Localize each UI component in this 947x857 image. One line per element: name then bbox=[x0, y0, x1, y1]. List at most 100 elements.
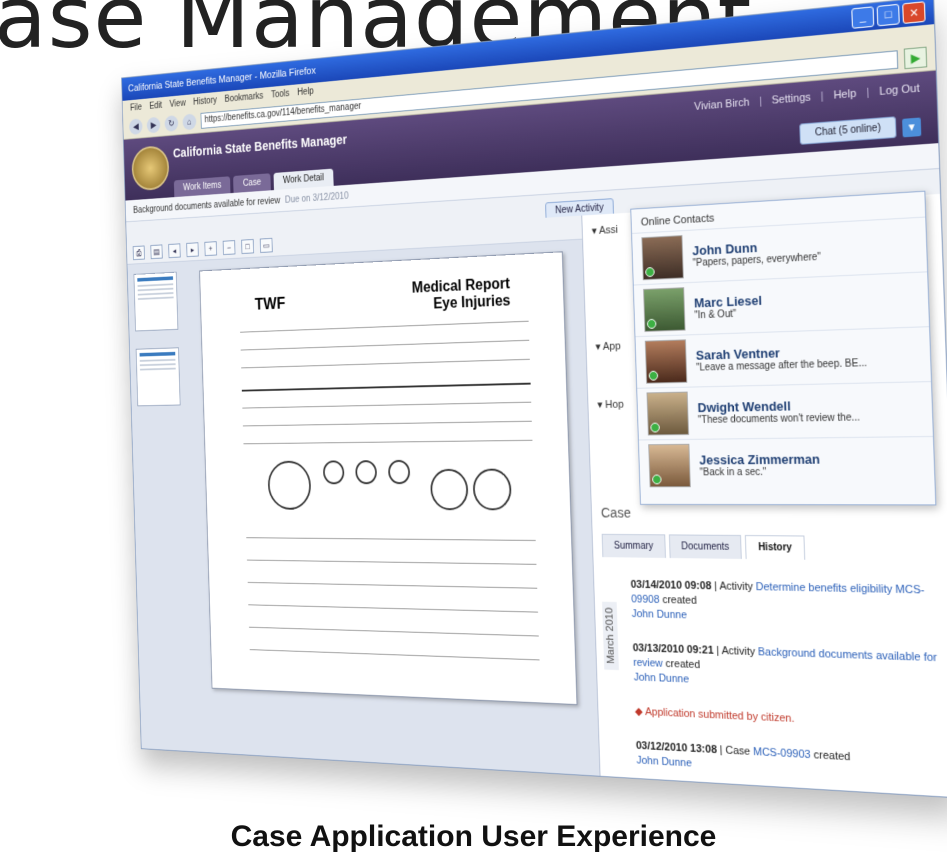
state-seal-icon bbox=[131, 145, 169, 192]
next-page-icon[interactable]: ▸ bbox=[186, 242, 199, 257]
maximize-icon[interactable]: □ bbox=[877, 4, 900, 27]
menu-edit[interactable]: Edit bbox=[149, 100, 162, 111]
contact-info: Marc Liesel "In & Out" bbox=[694, 287, 912, 322]
settings-link[interactable]: Settings bbox=[771, 91, 810, 106]
avatar bbox=[648, 444, 691, 487]
eye-diagram bbox=[323, 460, 345, 484]
contact-info: Sarah Ventner "Leave a message after the… bbox=[696, 341, 914, 373]
close-icon[interactable]: ✕ bbox=[902, 1, 925, 24]
avatar bbox=[641, 235, 683, 280]
eye-diagram bbox=[355, 460, 377, 484]
form-line bbox=[242, 402, 531, 409]
page-thumbnail[interactable] bbox=[136, 347, 181, 406]
history-user[interactable]: John Dunne bbox=[631, 607, 944, 630]
eye-diagram bbox=[430, 469, 469, 510]
home-icon[interactable]: ⌂ bbox=[182, 113, 196, 130]
avatar bbox=[647, 392, 690, 436]
form-line bbox=[241, 359, 530, 369]
form-line bbox=[240, 321, 529, 333]
history-link[interactable]: MCS-09903 bbox=[753, 746, 811, 761]
form-title: Medical Report Eye Injuries bbox=[412, 276, 511, 314]
online-status-icon bbox=[652, 475, 662, 485]
minimize-icon[interactable]: _ bbox=[851, 6, 874, 29]
user-name: Vivian Birch bbox=[694, 97, 750, 113]
form-line bbox=[248, 604, 538, 612]
menu-tools[interactable]: Tools bbox=[271, 88, 290, 100]
online-status-icon bbox=[645, 267, 655, 277]
contact-info: Dwight Wendell "These documents won't re… bbox=[697, 396, 915, 426]
contact-info: Jessica Zimmerman "Back in a sec." bbox=[699, 451, 918, 479]
avatar bbox=[643, 287, 685, 332]
tab-summary[interactable]: Summary bbox=[602, 534, 666, 558]
slide-caption: Case Application User Experience bbox=[0, 820, 947, 854]
work-item-due: Due on 3/12/2010 bbox=[285, 191, 349, 205]
page-thumbnail[interactable] bbox=[134, 272, 179, 332]
history-entry: 03/14/2010 09:08 | Activity Determine be… bbox=[631, 578, 945, 630]
contact-status: "Back in a sec." bbox=[700, 466, 918, 478]
forward-icon[interactable]: ▶ bbox=[147, 117, 161, 134]
history-user[interactable]: John Dunne bbox=[634, 671, 947, 698]
back-icon[interactable]: ◀ bbox=[129, 118, 143, 135]
history-link: Application submitted by citizen. bbox=[645, 706, 795, 725]
chevron-down-icon[interactable]: ▼ bbox=[902, 117, 921, 137]
menu-bookmarks[interactable]: Bookmarks bbox=[224, 91, 263, 104]
tab-history[interactable]: History bbox=[745, 535, 805, 560]
month-label: March 2010 bbox=[602, 602, 619, 670]
contact-status: "These documents won't review the... bbox=[698, 411, 916, 426]
form-line bbox=[243, 440, 532, 444]
contact-item[interactable]: Dwight Wendell "These documents won't re… bbox=[637, 381, 933, 439]
contact-item[interactable]: Jessica Zimmerman "Back in a sec." bbox=[639, 436, 935, 491]
tab-documents[interactable]: Documents bbox=[669, 534, 742, 559]
go-icon[interactable]: ▶ bbox=[904, 47, 927, 70]
print-icon[interactable]: ⎙ bbox=[133, 246, 145, 261]
help-link[interactable]: Help bbox=[833, 88, 856, 102]
separator: | bbox=[866, 87, 869, 99]
browser-window: California State Benefits Manager - Mozi… bbox=[121, 0, 947, 799]
chat-button[interactable]: Chat (5 online) bbox=[800, 116, 897, 145]
eye-diagram bbox=[388, 460, 410, 484]
reload-icon[interactable]: ↻ bbox=[164, 115, 178, 132]
eye-diagram bbox=[472, 469, 511, 511]
history-kind: Case bbox=[725, 745, 750, 758]
accordion-header[interactable]: ▾ App bbox=[595, 340, 621, 353]
menu-help[interactable]: Help bbox=[297, 86, 314, 97]
online-status-icon bbox=[649, 371, 659, 381]
page-thumbnails bbox=[134, 272, 186, 424]
history-timestamp: 03/13/2010 09:21 bbox=[633, 642, 714, 656]
menu-file[interactable]: File bbox=[130, 102, 142, 113]
app-title: California State Benefits Manager bbox=[173, 132, 347, 160]
history-entry: 03/12/2010 13:08 | Case MCS-09903 create… bbox=[636, 739, 947, 787]
online-status-icon bbox=[650, 423, 660, 433]
form-line bbox=[248, 582, 538, 589]
form-line bbox=[241, 340, 530, 351]
online-status-icon bbox=[647, 319, 657, 329]
form-line bbox=[250, 649, 540, 660]
history-verb: created bbox=[813, 749, 850, 763]
history-kind: Activity bbox=[721, 645, 755, 658]
online-contacts-panel: Online Contacts John Dunn "Papers, paper… bbox=[630, 191, 936, 506]
document-page: TWF Medical Report Eye Injuries bbox=[199, 251, 577, 705]
history-kind: Activity bbox=[719, 580, 753, 593]
form-line bbox=[246, 537, 535, 541]
fit-width-icon[interactable]: ▭ bbox=[260, 238, 273, 253]
fit-page-icon[interactable]: □ bbox=[241, 239, 254, 254]
accordion-header[interactable]: ▾ Assi bbox=[592, 223, 619, 237]
prev-page-icon[interactable]: ◂ bbox=[168, 243, 180, 258]
document-viewer: ⎙ ▤ ◂ ▸ + − □ ▭ TWF Medical Report Eye I… bbox=[127, 216, 601, 776]
zoom-in-icon[interactable]: + bbox=[204, 241, 217, 256]
history-verb: created bbox=[662, 594, 697, 607]
contact-name: Jessica Zimmerman bbox=[699, 451, 917, 468]
form-line bbox=[243, 421, 532, 427]
save-icon[interactable]: ▤ bbox=[150, 244, 162, 259]
history-entry: ◆ Application submitted by citizen. bbox=[635, 705, 947, 735]
logout-link[interactable]: Log Out bbox=[879, 82, 920, 98]
case-label: Case bbox=[601, 505, 631, 521]
history-timestamp: 03/14/2010 09:08 bbox=[631, 579, 712, 592]
menu-history[interactable]: History bbox=[193, 95, 217, 107]
tab-case[interactable]: Case bbox=[233, 173, 270, 193]
contact-item[interactable]: Sarah Ventner "Leave a message after the… bbox=[635, 326, 931, 388]
zoom-out-icon[interactable]: − bbox=[223, 240, 236, 255]
eye-diagram bbox=[267, 461, 311, 510]
menu-view[interactable]: View bbox=[169, 98, 185, 109]
accordion-header[interactable]: ▾ Hop bbox=[597, 398, 624, 411]
